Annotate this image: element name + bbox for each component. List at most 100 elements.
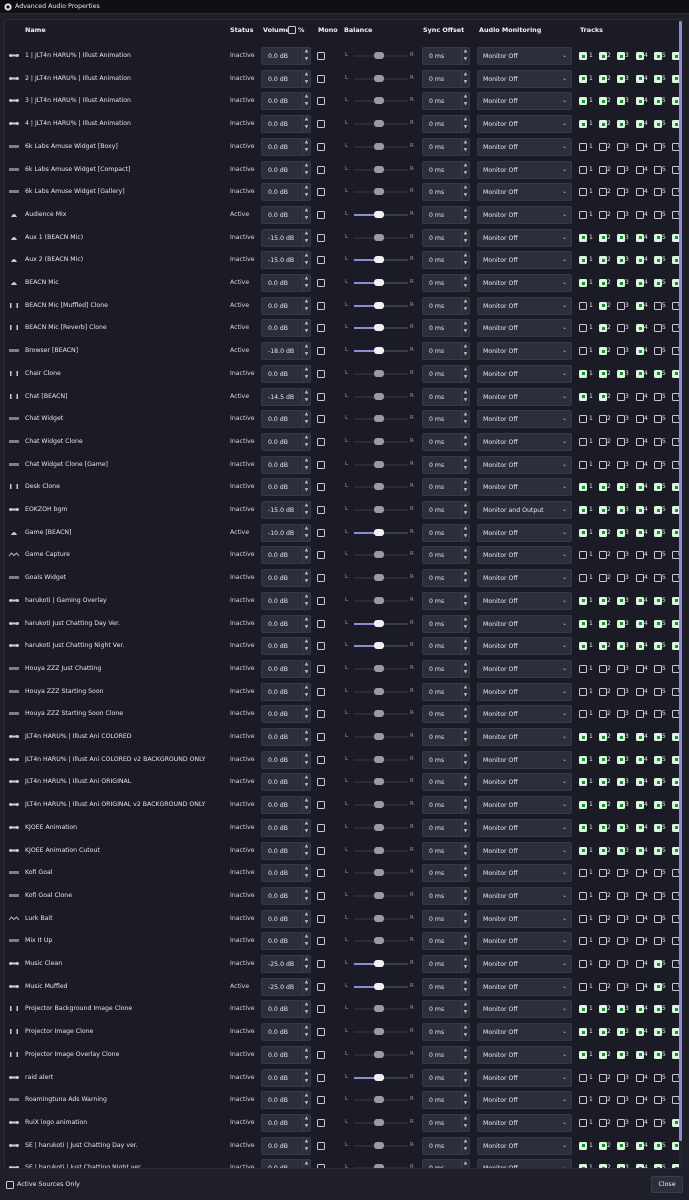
- track-1-checkbox[interactable]: [579, 823, 587, 832]
- balance-slider-handle[interactable]: [374, 52, 384, 59]
- mono-checkbox[interactable]: [317, 1141, 325, 1150]
- chevron-down-icon[interactable]: ▼: [303, 1123, 310, 1131]
- chevron-down-icon[interactable]: ▼: [303, 782, 310, 790]
- mono-checkbox[interactable]: [317, 664, 325, 673]
- track-1-checkbox[interactable]: [579, 687, 587, 696]
- track-2-checkbox[interactable]: [599, 1141, 607, 1150]
- mono-checkbox[interactable]: [317, 1028, 325, 1037]
- track-5-checkbox[interactable]: [654, 301, 662, 310]
- sync-stepper[interactable]: ▲▼: [461, 456, 469, 473]
- volume-spinbox[interactable]: 0.0 dB▲▼: [261, 1045, 311, 1064]
- chevron-down-icon[interactable]: ▼: [303, 306, 310, 314]
- chevron-up-icon[interactable]: ▲: [462, 593, 469, 601]
- chevron-down-icon[interactable]: ▼: [303, 465, 310, 473]
- chevron-down-icon[interactable]: ▼: [303, 873, 310, 881]
- track-3-checkbox[interactable]: [617, 1118, 625, 1127]
- audio-monitoring-dropdown[interactable]: Monitor Off ⌄: [477, 364, 572, 383]
- sync-stepper[interactable]: ▲▼: [461, 388, 469, 405]
- chevron-up-icon[interactable]: ▲: [462, 547, 469, 555]
- chevron-up-icon[interactable]: ▲: [462, 162, 469, 170]
- chevron-down-icon[interactable]: ▼: [462, 782, 469, 790]
- track-2-checkbox[interactable]: [599, 914, 607, 923]
- track-5-checkbox[interactable]: [654, 664, 662, 673]
- track-2-checkbox[interactable]: [599, 823, 607, 832]
- chevron-down-icon[interactable]: ▼: [303, 555, 310, 563]
- audio-monitoring-dropdown[interactable]: Monitor Off ⌄: [477, 523, 572, 542]
- track-5-checkbox[interactable]: [654, 869, 662, 878]
- volume-spinbox[interactable]: 0.0 dB▲▼: [261, 750, 311, 769]
- volume-stepper[interactable]: ▲▼: [302, 524, 310, 541]
- close-button[interactable]: Close: [651, 1176, 683, 1193]
- scrollbar[interactable]: [679, 19, 682, 1169]
- scrollbar-thumb[interactable]: [679, 21, 682, 1141]
- track-4-checkbox[interactable]: [636, 596, 644, 605]
- chevron-down-icon[interactable]: ▼: [303, 56, 310, 64]
- sync-offset-spinbox[interactable]: 0 ms▲▼: [422, 455, 470, 474]
- chevron-up-icon[interactable]: ▲: [462, 570, 469, 578]
- mono-checkbox[interactable]: [317, 52, 325, 60]
- chevron-down-icon[interactable]: ▼: [303, 487, 310, 495]
- chevron-down-icon[interactable]: ▼: [462, 1009, 469, 1017]
- track-1-checkbox[interactable]: [579, 437, 587, 446]
- track-4-checkbox[interactable]: [636, 483, 644, 492]
- sync-offset-spinbox[interactable]: 0 ms▲▼: [422, 637, 470, 656]
- chevron-down-icon[interactable]: ▼: [303, 601, 310, 609]
- sync-offset-spinbox[interactable]: 0 ms▲▼: [422, 886, 470, 905]
- chevron-down-icon[interactable]: ▼: [462, 1032, 469, 1040]
- volume-spinbox[interactable]: 0.0 dB▲▼: [261, 319, 311, 338]
- mono-checkbox[interactable]: [317, 347, 325, 356]
- balance-slider-handle[interactable]: [374, 74, 384, 82]
- chevron-up-icon[interactable]: ▲: [303, 320, 310, 328]
- sync-offset-spinbox[interactable]: 0 ms▲▼: [422, 1113, 470, 1132]
- track-3-checkbox[interactable]: [617, 823, 625, 832]
- mono-checkbox[interactable]: [317, 733, 325, 741]
- sync-offset-spinbox[interactable]: 0 ms▲▼: [422, 205, 470, 224]
- track-3-checkbox[interactable]: [617, 642, 625, 651]
- chevron-down-icon[interactable]: ▼: [462, 1078, 469, 1086]
- volume-spinbox[interactable]: -10.0 dB ▲ ▼: [261, 523, 311, 542]
- chevron-down-icon[interactable]: ▼: [462, 170, 469, 178]
- audio-monitoring-dropdown[interactable]: Monitor Off ⌄: [477, 251, 572, 270]
- track-1-checkbox[interactable]: [579, 1005, 587, 1014]
- track-2-checkbox[interactable]: [599, 619, 607, 628]
- balance-slider-handle[interactable]: [374, 846, 384, 854]
- track-3-checkbox[interactable]: [617, 937, 625, 946]
- chevron-down-icon[interactable]: ▼: [462, 1123, 469, 1131]
- chevron-up-icon[interactable]: ▲: [303, 207, 310, 215]
- track-1-checkbox[interactable]: [579, 1050, 587, 1059]
- mono-checkbox[interactable]: [317, 1050, 325, 1059]
- balance-slider-handle[interactable]: [374, 188, 384, 196]
- track-5-checkbox[interactable]: [654, 188, 662, 197]
- track-2-checkbox[interactable]: [599, 1073, 607, 1082]
- mono-checkbox[interactable]: [317, 1073, 325, 1082]
- chevron-up-icon[interactable]: ▲: [303, 343, 310, 351]
- track-2-checkbox[interactable]: [599, 778, 607, 787]
- track-5-checkbox[interactable]: [654, 1141, 662, 1150]
- sync-stepper[interactable]: ▲▼: [461, 297, 469, 314]
- balance-slider-handle[interactable]: [374, 1164, 384, 1168]
- chevron-down-icon[interactable]: ▼: [303, 1009, 310, 1017]
- track-1-checkbox[interactable]: [579, 551, 587, 560]
- chevron-down-icon[interactable]: ▼: [303, 692, 310, 700]
- track-2-checkbox[interactable]: [599, 869, 607, 878]
- track-5-checkbox[interactable]: [654, 551, 662, 560]
- chevron-down-icon[interactable]: ▼: [462, 124, 469, 132]
- chevron-down-icon[interactable]: ▼: [303, 147, 310, 155]
- chevron-up-icon[interactable]: ▲: [462, 979, 469, 987]
- chevron-up-icon[interactable]: ▲: [303, 1070, 310, 1078]
- track-5-checkbox[interactable]: [654, 324, 662, 333]
- sync-stepper[interactable]: ▲▼: [461, 638, 469, 655]
- sync-offset-spinbox[interactable]: 0 ms▲▼: [422, 92, 470, 111]
- volume-stepper[interactable]: ▲▼: [302, 456, 310, 473]
- track-1-checkbox[interactable]: [579, 301, 587, 310]
- balance-slider-handle[interactable]: [374, 891, 384, 899]
- chevron-up-icon[interactable]: ▲: [462, 298, 469, 306]
- balance-slider-handle[interactable]: [374, 460, 384, 468]
- chevron-down-icon[interactable]: ▼: [303, 805, 310, 813]
- mono-checkbox[interactable]: [317, 256, 325, 265]
- track-3-checkbox[interactable]: [617, 279, 625, 287]
- volume-stepper[interactable]: ▲▼: [302, 1137, 310, 1154]
- balance-slider-handle[interactable]: [374, 982, 384, 990]
- track-2-checkbox[interactable]: [599, 120, 607, 129]
- track-2-checkbox[interactable]: [599, 415, 607, 424]
